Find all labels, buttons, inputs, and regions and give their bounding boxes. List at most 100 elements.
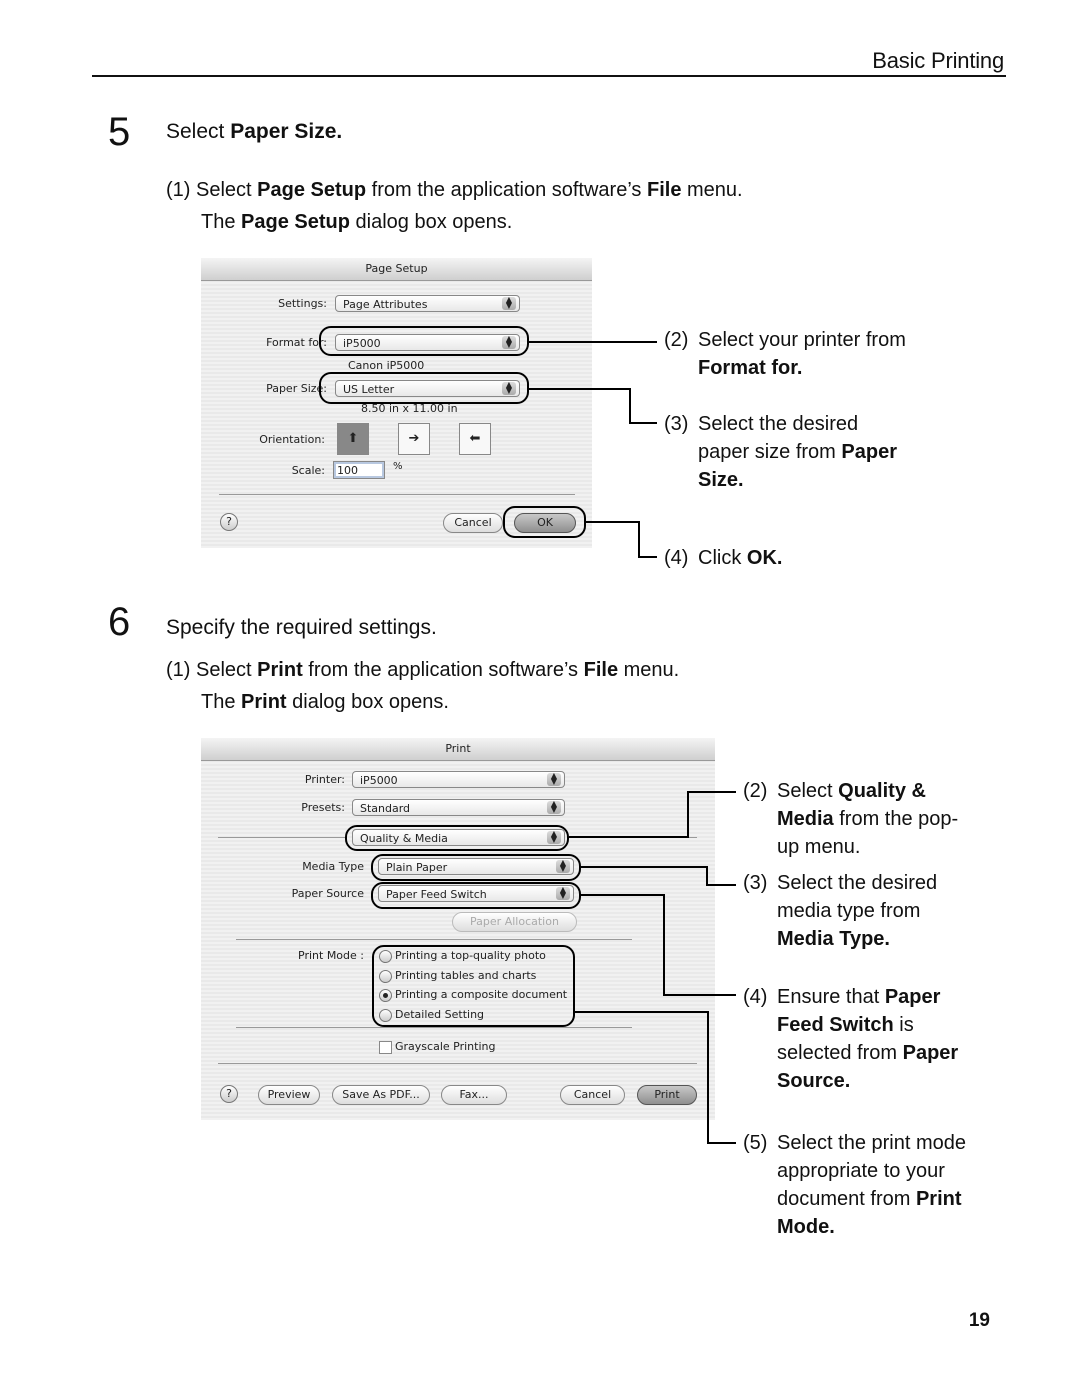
text: menu. <box>618 659 680 681</box>
leader-line <box>529 388 630 390</box>
text-bold: Source. <box>777 1070 851 1092</box>
text: selected from <box>777 1042 903 1064</box>
leader-line <box>663 994 736 996</box>
text: is <box>893 1014 914 1036</box>
text-bold: Paper <box>841 441 897 463</box>
page-setup-title: Page Setup <box>201 258 592 281</box>
grayscale-checkbox[interactable] <box>379 1041 392 1054</box>
ok-highlight <box>503 506 586 538</box>
orientation-landscape-icon[interactable]: ➔ <box>398 423 430 455</box>
text: Select <box>196 659 258 681</box>
leader-line <box>706 884 736 886</box>
help-button[interactable]: ? <box>220 1085 238 1103</box>
paper-source-highlight <box>371 882 581 909</box>
leader-line <box>586 521 640 523</box>
step-6-number: 6 <box>108 600 131 644</box>
text-bold: Size. <box>698 469 744 491</box>
leader-line <box>663 894 665 996</box>
text: Select the desired <box>698 413 859 435</box>
paper-source-label: Paper Source <box>291 887 364 900</box>
leader-line <box>687 791 736 793</box>
text: document from <box>777 1188 916 1210</box>
printer-label: Printer: <box>304 773 345 786</box>
presets-label: Presets: <box>301 801 345 814</box>
scale-unit: % <box>393 461 403 472</box>
help-button[interactable]: ? <box>220 513 238 531</box>
text: paper size from <box>698 441 842 463</box>
callout-5-3: (3) Select the desired paper size from Pa… <box>664 410 964 494</box>
step-5-title-prefix: Select <box>166 120 231 143</box>
text-bold: Media <box>777 808 834 830</box>
text-bold: Mode. <box>777 1216 835 1238</box>
settings-label: Settings: <box>278 297 327 310</box>
fax-button[interactable]: Fax... <box>441 1085 507 1105</box>
leader-line <box>707 1142 736 1144</box>
instruction-number: (1) <box>166 659 191 681</box>
text: The <box>201 211 242 233</box>
callout-number: (3) <box>664 413 689 435</box>
orientation-label: Orientation: <box>259 433 325 446</box>
media-type-label: Media Type <box>302 860 364 873</box>
text: up menu. <box>777 836 861 858</box>
scale-input[interactable]: 100 <box>333 461 385 479</box>
text: from the pop- <box>833 808 959 830</box>
leader-line <box>707 1011 709 1144</box>
text-bold: Page Setup <box>241 211 350 233</box>
text: Click <box>698 547 747 569</box>
text-bold: Print <box>915 1188 962 1210</box>
text: Select the print mode <box>777 1132 966 1154</box>
text: Select the desired <box>777 872 938 894</box>
text: The <box>201 691 242 713</box>
text-bold: Paper <box>902 1042 959 1064</box>
callout-5-2: (2) Select your printer from Format for. <box>664 326 964 382</box>
text: Select your printer from <box>698 329 906 351</box>
presets-value: Standard <box>360 802 411 815</box>
step-5-number: 5 <box>108 110 131 154</box>
leader-line <box>687 791 689 838</box>
step-6-title: Specify the required settings. <box>166 616 437 639</box>
callout-number: (3) <box>743 872 768 894</box>
leader-line <box>581 866 708 868</box>
text-bold: Page Setup <box>257 179 367 201</box>
leader-line <box>575 1011 709 1013</box>
cancel-button[interactable]: Cancel <box>560 1085 625 1105</box>
print-dialog: Print Printer: iP5000 ▲ ▼ Presets: Standar… <box>201 738 715 1120</box>
panel-popup-highlight <box>345 825 569 851</box>
cancel-button[interactable]: Cancel <box>443 513 503 533</box>
page-number: 19 <box>968 1310 990 1331</box>
preview-button[interactable]: Preview <box>258 1085 320 1105</box>
text: dialog box opens. <box>349 211 513 233</box>
paper-size-label: Paper Size: <box>266 382 327 395</box>
popup-arrows-icon: ▲ ▼ <box>547 800 561 814</box>
text-bold: Print <box>257 659 303 681</box>
orientation-portrait-icon[interactable]: ⬆ <box>337 423 369 455</box>
presets-popup[interactable]: Standard ▲ ▼ <box>352 799 565 816</box>
orientation-reverse-landscape-icon[interactable]: ⬅ <box>459 423 491 455</box>
format-for-label: Format for: <box>266 336 327 349</box>
text-bold: File <box>646 179 682 201</box>
callout-number: (5) <box>743 1132 768 1154</box>
callout-number: (4) <box>664 547 689 569</box>
text: media type from <box>777 900 921 922</box>
popup-arrows-icon: ▲ ▼ <box>547 772 561 786</box>
callout-5-4: (4) Click OK. <box>664 544 964 572</box>
leader-line <box>581 894 665 896</box>
grayscale-label: Grayscale Printing <box>395 1040 496 1053</box>
callout-6-5: (5) Select the print mode appropriate to … <box>743 1129 1043 1241</box>
leader-line <box>638 521 640 558</box>
leader-line <box>706 866 708 886</box>
leader-line <box>629 388 631 424</box>
leader-line <box>569 836 689 838</box>
printer-popup[interactable]: iP5000 ▲ ▼ <box>352 771 565 788</box>
step-6-instruction: (1) Select Print from the application so… <box>166 654 679 718</box>
text: Select <box>777 780 839 802</box>
print-mode-highlight <box>372 945 575 1027</box>
format-for-subtitle: Canon iP5000 <box>348 359 425 372</box>
paper-allocation-button[interactable]: Paper Allocation <box>452 912 577 932</box>
settings-popup[interactable]: Page Attributes ▲ ▼ <box>335 295 520 312</box>
settings-value: Page Attributes <box>343 298 428 311</box>
text: dialog box opens. <box>286 691 449 713</box>
print-button[interactable]: Print <box>637 1085 697 1105</box>
scale-label: Scale: <box>291 464 325 477</box>
save-as-pdf-button[interactable]: Save As PDF... <box>332 1085 430 1105</box>
